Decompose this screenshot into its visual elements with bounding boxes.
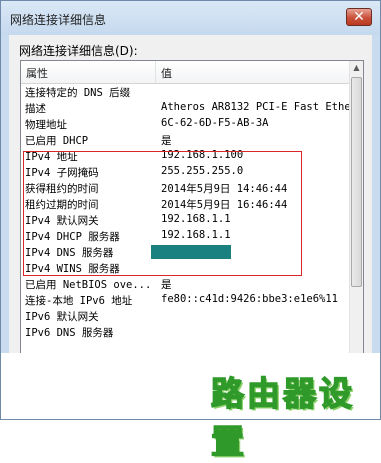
list-header: 属性 值 bbox=[21, 61, 351, 84]
watermark-logo: 路由器设置 bbox=[210, 373, 355, 462]
value-cell: 192.168.1.1 bbox=[161, 213, 231, 225]
table-row[interactable]: 描述 Atheros AR8132 PCI-E Fast Ethe bbox=[21, 100, 351, 116]
vertical-scrollbar[interactable]: ▲ ▼ bbox=[349, 61, 363, 376]
table-row[interactable]: IPv4 默认网关 192.168.1.1 bbox=[21, 212, 351, 228]
table-row[interactable]: 连接特定的 DNS 后缀 bbox=[21, 84, 351, 100]
value-cell: 6C-62-6D-F5-AB-3A bbox=[161, 117, 269, 129]
property-cell: IPv4 DNS 服务器 bbox=[25, 247, 114, 259]
table-row[interactable]: 已启用 DHCP 是 bbox=[21, 132, 351, 148]
property-cell: 已启用 NetBIOS ove... bbox=[25, 279, 152, 291]
property-cell: 描述 bbox=[25, 103, 46, 115]
redacted-dns-value bbox=[151, 245, 231, 259]
table-row[interactable]: IPv4 DNS 服务器 bbox=[21, 244, 351, 260]
property-cell: 获得租约的时间 bbox=[25, 183, 99, 195]
column-divider[interactable] bbox=[155, 61, 156, 83]
table-row[interactable]: IPv6 DNS 服务器 bbox=[21, 324, 351, 340]
property-cell: 连接-本地 IPv6 地址 bbox=[25, 295, 133, 307]
details-listview[interactable]: 属性 值 连接特定的 DNS 后缀 描述 Atheros AR8132 PCI-E … bbox=[20, 60, 364, 377]
property-cell: 已启用 DHCP bbox=[25, 135, 89, 147]
property-cell: IPv4 默认网关 bbox=[25, 215, 99, 227]
close-icon: ✕ bbox=[353, 9, 365, 25]
property-cell: 物理地址 bbox=[25, 119, 67, 131]
value-cell: 255.255.255.0 bbox=[161, 165, 244, 177]
value-cell: 是 bbox=[161, 135, 172, 147]
table-row[interactable]: 租约过期的时间 2014年5月9日 16:46:44 bbox=[21, 196, 351, 212]
property-cell: IPv4 子网掩码 bbox=[25, 167, 99, 179]
table-row[interactable]: 连接-本地 IPv6 地址 fe80::c41d:9426:bbe3:e1e6%1… bbox=[21, 292, 351, 308]
vertical-scroll-thumb[interactable] bbox=[351, 77, 362, 287]
property-cell: IPv6 DNS 服务器 bbox=[25, 327, 114, 339]
property-cell: IPv4 DHCP 服务器 bbox=[25, 231, 120, 243]
property-cell: 连接特定的 DNS 后缀 bbox=[25, 87, 131, 99]
close-button[interactable]: ✕ bbox=[346, 8, 372, 26]
table-row[interactable]: IPv6 默认网关 bbox=[21, 308, 351, 324]
value-cell: 2014年5月9日 14:46:44 bbox=[161, 183, 288, 195]
column-header-property[interactable]: 属性 bbox=[26, 65, 48, 81]
network-details-window: 网络连接详细信息 ✕ 网络连接详细信息(D): 属性 值 连接特定的 DNS 后… bbox=[0, 0, 381, 462]
table-row[interactable]: 物理地址 6C-62-6D-F5-AB-3A bbox=[21, 116, 351, 132]
table-row[interactable]: IPv4 地址 192.168.1.100 bbox=[21, 148, 351, 164]
value-cell: fe80::c41d:9426:bbe3:e1e6%11 bbox=[161, 293, 339, 305]
title-bar[interactable]: 网络连接详细信息 ✕ bbox=[1, 1, 380, 35]
property-cell: 租约过期的时间 bbox=[25, 199, 99, 211]
value-cell: 2014年5月9日 16:46:44 bbox=[161, 199, 288, 211]
property-cell: IPv4 WINS 服务器 bbox=[25, 263, 120, 275]
window-title: 网络连接详细信息 bbox=[10, 13, 107, 27]
property-cell: IPv4 地址 bbox=[25, 151, 78, 163]
details-label: 网络连接详细信息(D): bbox=[19, 44, 138, 58]
table-row[interactable]: 获得租约的时间 2014年5月9日 14:46:44 bbox=[21, 180, 351, 196]
property-cell: IPv6 默认网关 bbox=[25, 311, 99, 323]
column-header-value[interactable]: 值 bbox=[161, 65, 172, 81]
table-row[interactable]: IPv4 DHCP 服务器 192.168.1.1 bbox=[21, 228, 351, 244]
value-cell: 192.168.1.1 bbox=[161, 229, 231, 241]
table-row[interactable]: IPv4 WINS 服务器 bbox=[21, 260, 351, 276]
value-cell: 是 bbox=[161, 279, 172, 291]
table-row[interactable]: IPv4 子网掩码 255.255.255.0 bbox=[21, 164, 351, 180]
value-cell: 192.168.1.100 bbox=[161, 149, 244, 161]
list-body: 连接特定的 DNS 后缀 描述 Atheros AR8132 PCI-E Fast … bbox=[21, 84, 351, 340]
table-row[interactable]: 已启用 NetBIOS ove... 是 bbox=[21, 276, 351, 292]
value-cell: Atheros AR8132 PCI-E Fast Ethe bbox=[161, 101, 349, 113]
scroll-up-icon[interactable]: ▲ bbox=[350, 61, 363, 75]
